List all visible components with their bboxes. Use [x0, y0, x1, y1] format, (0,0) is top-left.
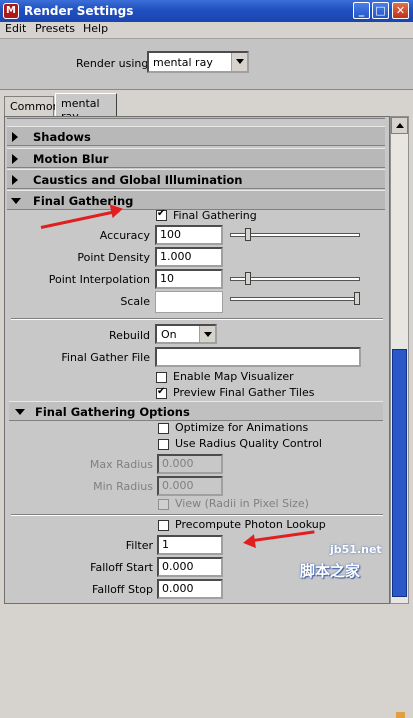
optimize-for-animations-label: Optimize for Animations — [175, 421, 309, 434]
preview-final-gather-tiles-label: Preview Final Gather Tiles — [173, 386, 315, 399]
scroll-grip-icon — [396, 712, 405, 718]
tab-bar: Common mental ray — [0, 92, 413, 123]
section-final-gathering[interactable]: Final Gathering — [7, 190, 385, 210]
radius-quality-control-checkbox[interactable] — [158, 439, 169, 450]
falloff-start-label: Falloff Start — [90, 561, 153, 574]
point-interpolation-field[interactable]: 10 — [155, 269, 223, 289]
view-radii-pixel-label: View (Radii in Pixel Size) — [175, 497, 309, 510]
scale-label: Scale — [120, 295, 150, 308]
divider — [11, 514, 383, 516]
maya-app-icon: M — [3, 3, 19, 19]
min-radius-label: Min Radius — [93, 480, 153, 493]
scroll-up-arrow-icon[interactable] — [391, 117, 408, 134]
max-radius-field: 0.000 — [157, 454, 223, 474]
collapse-arrow-icon[interactable] — [11, 198, 21, 204]
tab-mental-ray[interactable]: mental ray — [55, 93, 117, 123]
filter-label: Filter — [125, 539, 153, 552]
point-interpolation-slider-handle[interactable] — [244, 272, 251, 285]
menu-presets[interactable]: Presets — [35, 22, 75, 35]
tab-common[interactable]: Common — [4, 96, 60, 116]
point-density-label: Point Density — [77, 251, 150, 264]
falloff-stop-label: Falloff Stop — [92, 583, 153, 596]
preview-final-gather-tiles-checkbox[interactable] — [156, 386, 167, 399]
expand-arrow-icon[interactable] — [12, 154, 18, 164]
filter-field[interactable]: 1 — [157, 535, 223, 555]
accuracy-label: Accuracy — [99, 229, 150, 242]
final-gathering-checkbox[interactable] — [156, 208, 167, 221]
radius-quality-control-label: Use Radius Quality Control — [175, 437, 322, 450]
enable-map-visualizer-checkbox[interactable] — [156, 372, 167, 383]
rebuild-label: Rebuild — [109, 329, 150, 342]
menu-bar: Edit Presets Help — [0, 22, 413, 38]
close-button[interactable]: ✕ — [392, 2, 409, 19]
divider — [11, 318, 383, 320]
chevron-down-icon[interactable] — [199, 326, 215, 342]
max-radius-label: Max Radius — [89, 458, 153, 471]
enable-map-visualizer-label: Enable Map Visualizer — [173, 370, 294, 383]
section-motion-blur[interactable]: Motion Blur — [7, 148, 385, 168]
section-shadows[interactable]: Shadows — [7, 126, 385, 146]
point-density-field[interactable]: 1.000 — [155, 247, 223, 267]
window-title: Render Settings — [24, 4, 134, 18]
watermark-url: jb51.net — [330, 543, 382, 556]
optimize-for-animations-checkbox[interactable] — [158, 423, 169, 434]
scale-color-swatch[interactable] — [155, 291, 223, 313]
section-title: Caustics and Global Illumination — [33, 173, 243, 187]
minimize-button[interactable]: _ — [353, 2, 370, 19]
title-bar: M Render Settings _ □ ✕ — [0, 0, 413, 22]
section-caustics-gi[interactable]: Caustics and Global Illumination — [7, 169, 385, 189]
accuracy-field[interactable]: 100 — [155, 225, 223, 245]
scale-slider-track[interactable] — [230, 297, 360, 301]
menu-edit[interactable]: Edit — [5, 22, 26, 35]
vertical-scrollbar[interactable] — [390, 116, 409, 718]
expand-arrow-icon[interactable] — [12, 175, 18, 185]
render-using-label: Render using: — [76, 57, 153, 70]
precompute-photon-lookup-label: Precompute Photon Lookup — [175, 518, 326, 531]
settings-panel: Shadows Motion Blur Caustics and Global … — [4, 116, 390, 604]
renderer-strip: Render using: mental ray — [0, 38, 413, 90]
precompute-photon-lookup-checkbox[interactable] — [158, 520, 169, 531]
section-title: Motion Blur — [33, 152, 109, 166]
final-gather-file-label: Final Gather File — [61, 351, 150, 364]
chevron-down-icon[interactable] — [231, 53, 247, 71]
falloff-start-field[interactable]: 0.000 — [157, 557, 223, 577]
section-title: Shadows — [33, 130, 91, 144]
section-partial-top — [7, 117, 385, 119]
point-interpolation-label: Point Interpolation — [48, 273, 150, 286]
menu-help[interactable]: Help — [83, 22, 108, 35]
falloff-stop-field[interactable]: 0.000 — [157, 579, 223, 599]
section-title: Final Gathering Options — [35, 405, 190, 419]
section-final-gathering-options[interactable]: Final Gathering Options — [9, 401, 383, 421]
expand-arrow-icon[interactable] — [12, 132, 18, 142]
final-gathering-checkbox-label: Final Gathering — [173, 209, 257, 222]
view-radii-pixel-checkbox — [158, 499, 169, 510]
renderer-dropdown[interactable]: mental ray — [147, 51, 249, 73]
accuracy-slider-handle[interactable] — [244, 228, 251, 241]
collapse-arrow-icon[interactable] — [15, 409, 25, 415]
scrollbar-thumb[interactable] — [392, 349, 407, 718]
scale-slider-handle[interactable] — [354, 292, 360, 305]
maximize-button[interactable]: □ — [372, 2, 389, 19]
final-gather-file-field[interactable] — [155, 347, 361, 367]
renderer-dropdown-value: mental ray — [153, 56, 213, 69]
rebuild-dropdown[interactable]: On — [155, 324, 217, 344]
min-radius-field: 0.000 — [157, 476, 223, 496]
watermark-logo: 脚本之家 — [300, 562, 361, 580]
arrow-head-icon — [109, 201, 125, 219]
arrow-head-icon — [242, 534, 256, 550]
rebuild-dropdown-value: On — [161, 328, 177, 341]
